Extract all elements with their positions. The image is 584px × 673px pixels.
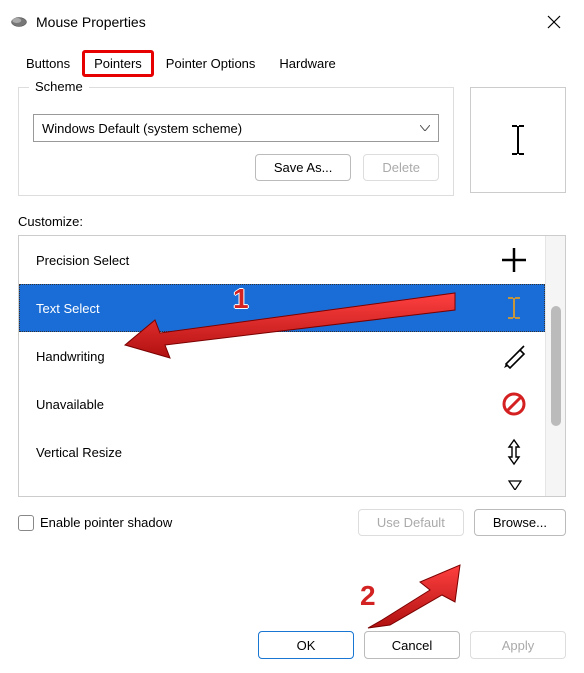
browse-button[interactable]: Browse...	[474, 509, 566, 536]
customize-listbox: Precision Select Text Select Handwriting	[18, 235, 566, 497]
window-title: Mouse Properties	[36, 14, 534, 30]
tab-buttons[interactable]: Buttons	[14, 50, 82, 77]
list-item-partial[interactable]	[19, 476, 545, 496]
right-buttons: Use Default Browse...	[358, 509, 566, 536]
close-icon	[547, 15, 561, 29]
tab-pointer-options[interactable]: Pointer Options	[154, 50, 268, 77]
customize-label: Customize:	[18, 214, 566, 229]
scheme-group-label: Scheme	[29, 79, 89, 94]
pen-cursor-icon	[500, 342, 528, 370]
apply-button: Apply	[470, 631, 566, 659]
annotation-arrow-2	[360, 560, 480, 630]
scheme-buttons: Save As... Delete	[33, 154, 439, 181]
partial-cursor-icon	[501, 476, 529, 490]
ok-button[interactable]: OK	[258, 631, 354, 659]
list-item-vertical-resize[interactable]: Vertical Resize	[19, 428, 545, 476]
ibeam-icon	[509, 124, 527, 156]
vresize-cursor-icon	[500, 438, 528, 466]
enable-shadow-checkbox[interactable]: Enable pointer shadow	[18, 515, 172, 531]
list-item-label: Precision Select	[36, 253, 129, 268]
bottom-row: Enable pointer shadow Use Default Browse…	[18, 509, 566, 536]
close-button[interactable]	[534, 8, 574, 36]
save-as-button[interactable]: Save As...	[255, 154, 352, 181]
scheme-row: Scheme Windows Default (system scheme) S…	[18, 87, 566, 196]
list-item-handwriting[interactable]: Handwriting	[19, 332, 545, 380]
no-cursor-icon	[500, 390, 528, 418]
plus-cursor-icon	[500, 246, 528, 274]
ibeam-cursor-icon	[500, 294, 528, 322]
list-item-label: Unavailable	[36, 397, 104, 412]
scheme-selected-value: Windows Default (system scheme)	[42, 121, 242, 136]
cursor-preview	[470, 87, 566, 193]
checkbox-box[interactable]	[18, 515, 34, 531]
tabbar: Buttons Pointers Pointer Options Hardwar…	[0, 44, 584, 77]
list-item-text-select[interactable]: Text Select	[19, 284, 545, 332]
scrollbar-thumb[interactable]	[551, 306, 561, 426]
tab-hardware[interactable]: Hardware	[267, 50, 347, 77]
list-item-unavailable[interactable]: Unavailable	[19, 380, 545, 428]
tab-content: Scheme Windows Default (system scheme) S…	[0, 77, 584, 546]
scrollbar[interactable]	[545, 236, 565, 496]
dialog-buttons: OK Cancel Apply	[258, 631, 566, 659]
list-item-label: Handwriting	[36, 349, 105, 364]
list-item-precision-select[interactable]: Precision Select	[19, 236, 545, 284]
tab-pointers[interactable]: Pointers	[82, 50, 154, 77]
customize-list[interactable]: Precision Select Text Select Handwriting	[19, 236, 545, 496]
chevron-down-icon	[420, 125, 430, 131]
use-default-button: Use Default	[358, 509, 464, 536]
delete-button: Delete	[363, 154, 439, 181]
list-item-label: Text Select	[36, 301, 100, 316]
scheme-group: Scheme Windows Default (system scheme) S…	[18, 87, 454, 196]
cancel-button[interactable]: Cancel	[364, 631, 460, 659]
annotation-number-2: 2	[360, 580, 376, 612]
scheme-dropdown[interactable]: Windows Default (system scheme)	[33, 114, 439, 142]
list-item-label: Vertical Resize	[36, 445, 122, 460]
enable-shadow-label: Enable pointer shadow	[40, 515, 172, 530]
titlebar: Mouse Properties	[0, 0, 584, 44]
mouse-icon	[10, 16, 28, 28]
